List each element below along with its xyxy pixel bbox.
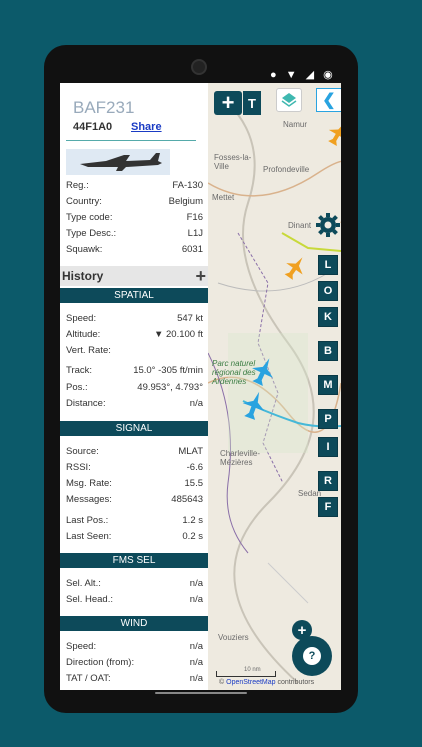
attribution-suffix: contributors <box>275 679 315 686</box>
jet-icon <box>80 153 162 171</box>
side-button-m[interactable]: M <box>318 375 338 395</box>
info-row-country: Country: Belgium <box>66 196 203 207</box>
side-button-f[interactable]: F <box>318 497 338 517</box>
spatial-row-speed: Speed: 547 kt <box>66 313 203 324</box>
attribution-prefix: © <box>219 679 225 686</box>
signal-row-rssi: RSSI: -6.6 <box>66 462 203 473</box>
help-icon: ? <box>303 647 321 665</box>
wind-row-direction: Direction (from): n/a <box>66 657 203 668</box>
side-button-k[interactable]: K <box>318 307 338 327</box>
info-row-squawk: Squawk: 6031 <box>66 244 203 255</box>
section-signal: SIGNAL <box>60 421 208 436</box>
aircraft-photo[interactable] <box>66 149 170 175</box>
camera-hole <box>191 59 207 75</box>
map-label-charleville: Charleville-Mézières <box>220 449 261 467</box>
map-attribution: © OpenStreetMap contributors <box>219 679 314 686</box>
fms-row-sel-alt: Sel. Alt.: n/a <box>66 578 203 589</box>
info-row-type-code: Type code: F16 <box>66 212 203 223</box>
side-button-p[interactable]: P <box>318 409 338 429</box>
info-row-reg: Reg.: FA-130 <box>66 180 203 191</box>
history-bar[interactable]: History + <box>60 266 208 286</box>
aircraft-icon-blue-upper[interactable] <box>251 357 275 387</box>
gesture-nav-bar[interactable] <box>155 692 247 694</box>
side-button-l[interactable]: L <box>318 255 338 275</box>
hex-code: 44F1A0 <box>73 121 113 133</box>
layers-button[interactable] <box>276 88 302 112</box>
app-screen: Namur Fosses-la-Ville Profondeville Mett… <box>60 83 341 690</box>
spatial-row-altitude: Altitude: ▼ 20.100 ft <box>66 329 203 340</box>
back-button[interactable]: ❮ <box>316 88 341 112</box>
signal-row-messages: Messages: 485643 <box>66 494 203 505</box>
map-label-dinant: Dinant <box>288 221 312 230</box>
spatial-row-distance: Distance: n/a <box>66 398 203 409</box>
spatial-row-position: Pos.: 49.953°, 4.793° <box>66 382 203 393</box>
aircraft-icon-orange[interactable] <box>283 255 307 281</box>
map-scale-label: 10 nm <box>244 667 261 673</box>
signal-row-last-pos: Last Pos.: 1.2 s <box>66 515 203 526</box>
map-label-vouziers: Vouziers <box>218 633 249 642</box>
map-label-profondeville: Profondeville <box>263 165 310 174</box>
section-spatial: SPATIAL <box>60 288 208 303</box>
history-add-button[interactable]: + <box>195 266 206 287</box>
spatial-row-track: Track: 15.0° -305 ft/min <box>66 365 203 376</box>
spatial-row-vert-rate: Vert. Rate: <box>66 345 111 356</box>
section-wind: WIND <box>60 616 208 631</box>
callsign: BAF231 <box>73 98 135 117</box>
settings-gear-icon[interactable] <box>316 213 340 237</box>
signal-row-last-seen: Last Seen: 0.2 s <box>66 531 203 542</box>
signal-row-source: Source: MLAT <box>66 446 203 457</box>
toggle-t-button[interactable]: T <box>243 91 261 115</box>
section-fms-sel: FMS SEL <box>60 553 208 568</box>
layers-icon <box>281 93 297 107</box>
history-label: History <box>62 269 104 283</box>
aircraft-icon-orange-top[interactable] <box>328 121 341 147</box>
info-row-type-desc: Type Desc.: L1J <box>66 228 203 239</box>
share-link[interactable]: Share <box>131 121 162 133</box>
help-button[interactable]: ? <box>292 636 332 676</box>
side-button-r[interactable]: R <box>318 471 338 491</box>
map-label-mettet: Mettet <box>212 193 235 202</box>
map-label-fosses: Fosses-la-Ville <box>214 153 252 171</box>
side-button-o[interactable]: O <box>318 281 338 301</box>
side-button-b[interactable]: B <box>318 341 338 361</box>
status-bar: ● ▼ ◢ ◉ <box>270 69 336 81</box>
aircraft-info-panel: BAF231 44F1A0 Share Reg.: FA-130 Country:… <box>60 83 208 690</box>
divider <box>66 140 196 141</box>
wind-row-tat-oat: TAT / OAT: n/a <box>66 673 203 684</box>
map-label-namur: Namur <box>283 120 308 129</box>
add-layer-button[interactable]: + <box>214 90 242 115</box>
fms-row-sel-head: Sel. Head.: n/a <box>66 594 203 605</box>
wind-row-speed: Speed: n/a <box>66 641 203 652</box>
aircraft-icon-selected[interactable] <box>242 391 266 421</box>
attribution-link[interactable]: OpenStreetMap <box>226 679 275 686</box>
signal-row-msg-rate: Msg. Rate: 15.5 <box>66 478 203 489</box>
side-button-i[interactable]: I <box>318 437 338 457</box>
